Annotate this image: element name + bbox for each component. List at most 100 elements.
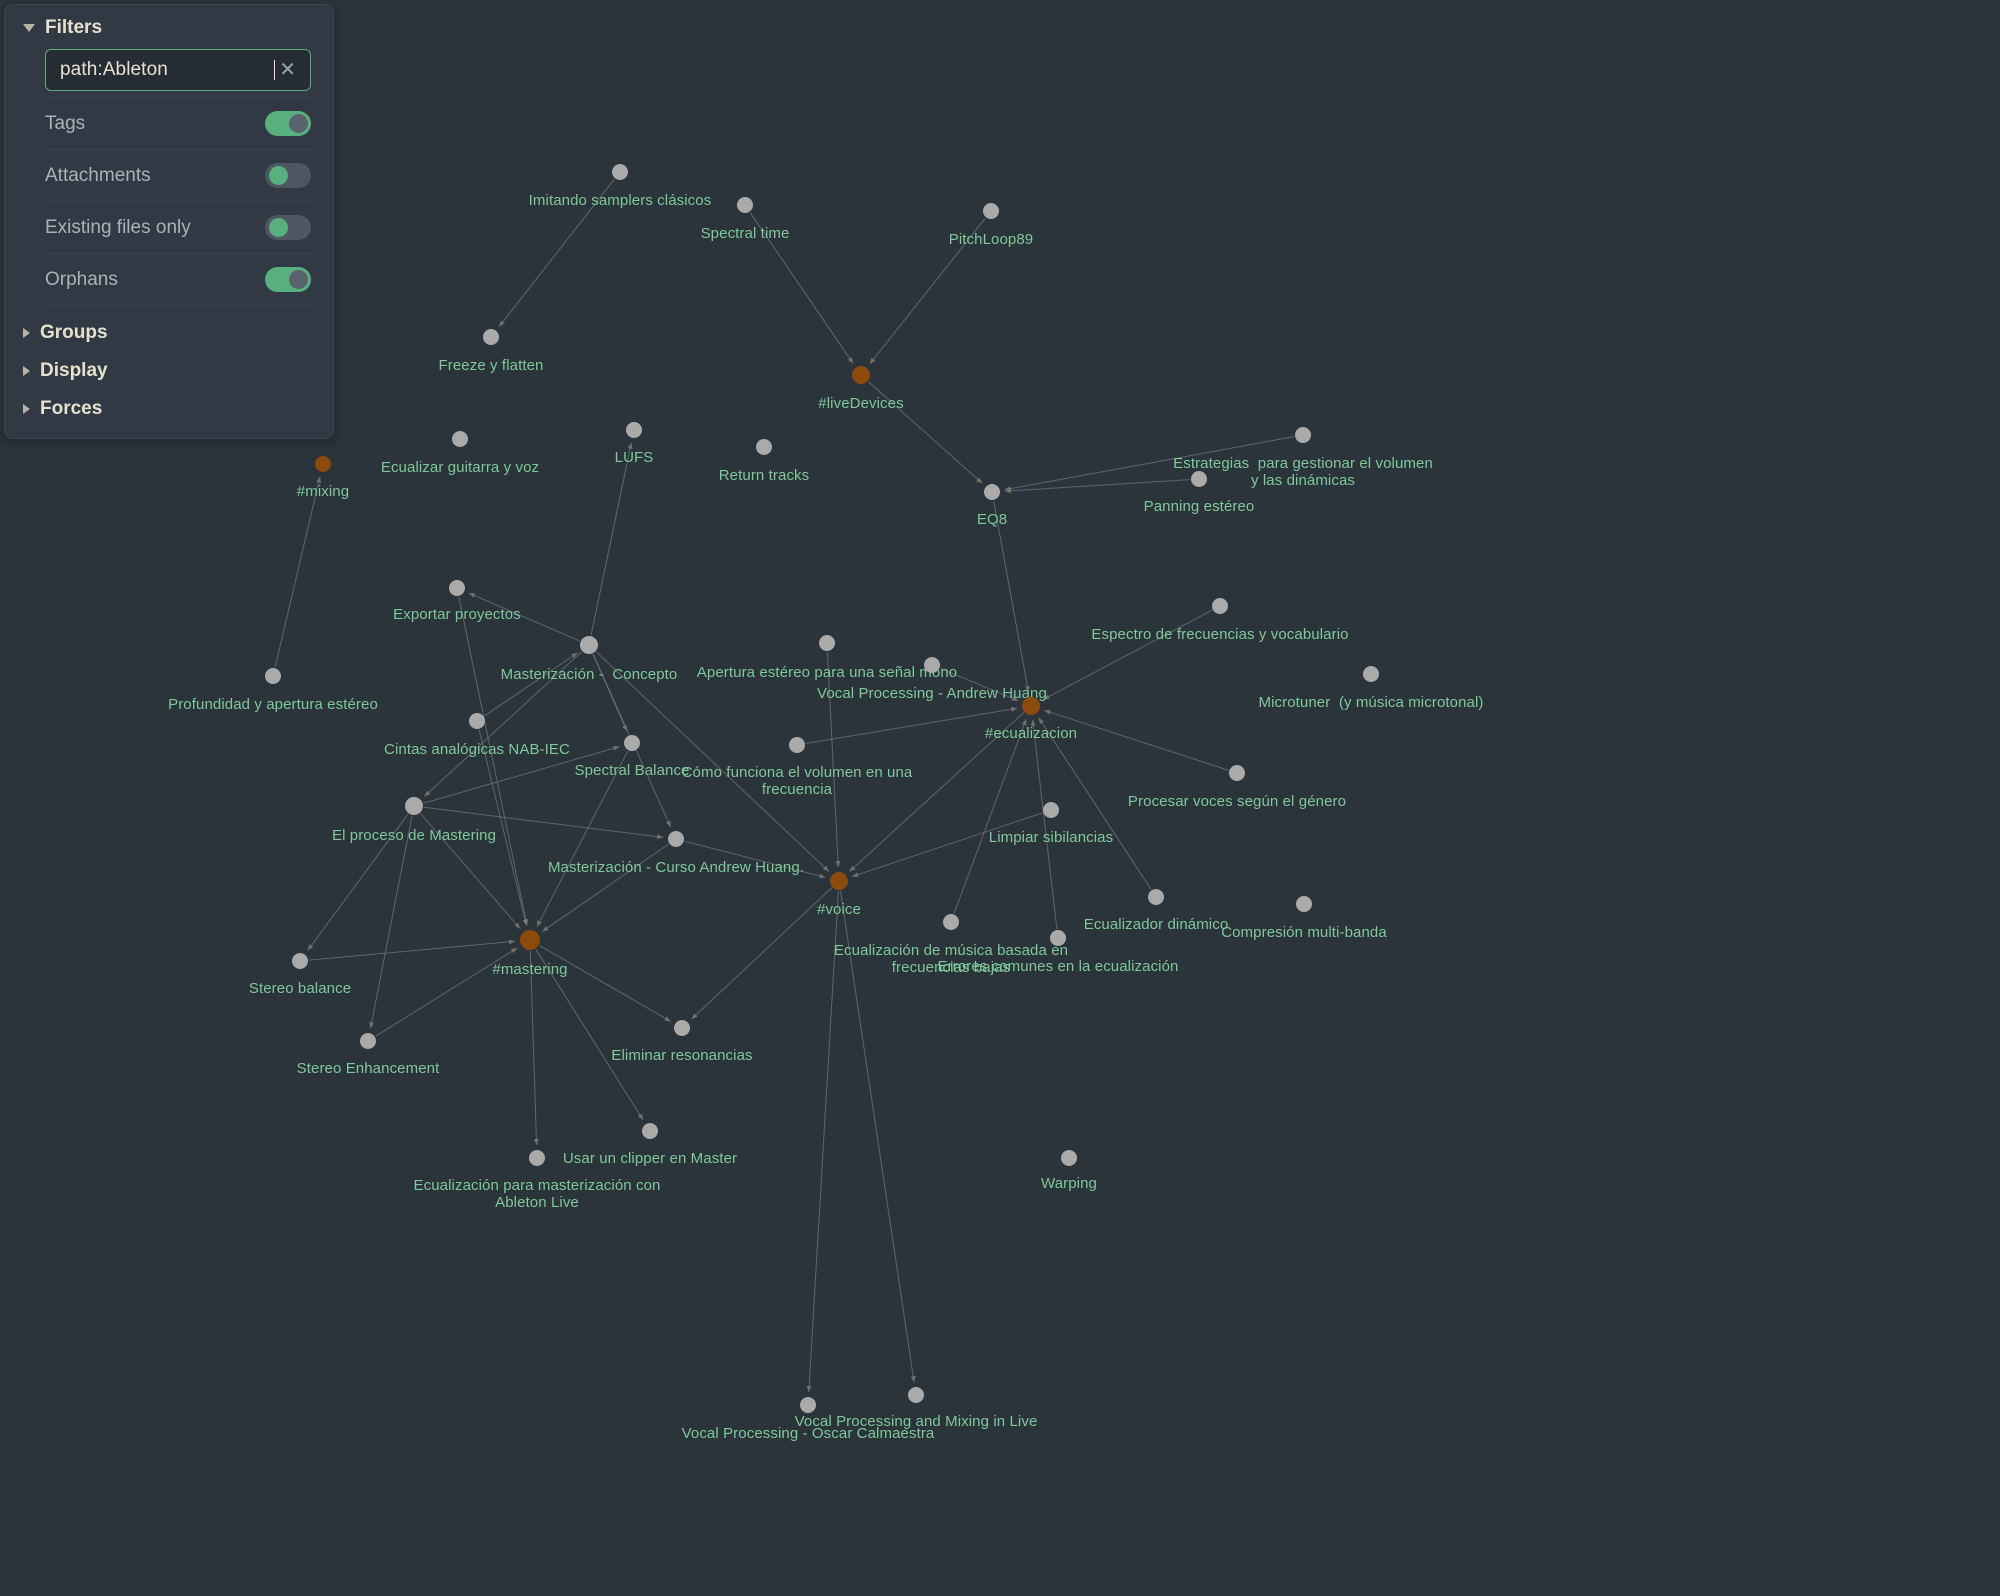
graph-node[interactable] [800, 1397, 816, 1413]
graph-link [423, 651, 582, 797]
search-input[interactable]: path:Ableton [60, 59, 273, 81]
graph-link [375, 947, 518, 1037]
graph-link [539, 945, 671, 1022]
graph-node[interactable] [469, 713, 485, 729]
graph-node[interactable] [908, 1387, 924, 1403]
toggle-row-attachments[interactable]: Attachments [45, 150, 311, 202]
toggle-row-orphans[interactable]: Orphans [45, 254, 311, 306]
graph-node[interactable] [1050, 930, 1066, 946]
graph-link [542, 843, 669, 932]
forces-label: Forces [40, 398, 103, 419]
graph-link [420, 813, 521, 929]
toggle-label: Orphans [45, 268, 118, 290]
graph-link [478, 729, 528, 926]
graph-node[interactable] [943, 914, 959, 930]
graph-node[interactable] [830, 872, 848, 890]
graph-node[interactable] [1296, 896, 1312, 912]
graph-node[interactable] [405, 797, 423, 815]
graph-node[interactable] [1363, 666, 1379, 682]
toggle-switch[interactable] [265, 163, 311, 188]
graph-node[interactable] [483, 329, 499, 345]
filters-title: Filters [45, 17, 103, 38]
graph-node[interactable] [1229, 765, 1245, 781]
graph-link [274, 476, 322, 668]
graph-link [484, 652, 578, 717]
graph-link [749, 212, 854, 364]
graph-node[interactable] [529, 1150, 545, 1166]
toggle-row-tags[interactable]: Tags [45, 97, 311, 150]
graph-link [940, 667, 1019, 702]
graph-node[interactable] [265, 668, 281, 684]
graph-link [993, 500, 1030, 693]
graph-link [590, 442, 633, 636]
graph-link [869, 217, 986, 365]
filters-section-header[interactable]: Filters [5, 5, 333, 49]
graph-node[interactable] [674, 1020, 690, 1036]
graph-link [536, 750, 629, 927]
graph-node[interactable] [983, 203, 999, 219]
graph-link [423, 806, 664, 840]
graph-link [953, 718, 1027, 914]
graph-node[interactable] [626, 422, 642, 438]
graph-node[interactable] [520, 930, 540, 950]
chevron-right-icon [23, 366, 30, 376]
graph-link [529, 950, 539, 1146]
graph-node[interactable] [612, 164, 628, 180]
graph-link [805, 706, 1018, 745]
graph-node[interactable] [1022, 697, 1040, 715]
graph-node[interactable] [1191, 471, 1207, 487]
groups-label: Groups [40, 322, 108, 343]
toggle-knob [289, 114, 308, 133]
graph-link [308, 939, 516, 961]
graph-node[interactable] [452, 431, 468, 447]
sidebar-item-groups[interactable]: Groups [5, 314, 333, 352]
graph-node[interactable] [668, 831, 684, 847]
graph-node[interactable] [642, 1123, 658, 1139]
toggle-switch[interactable] [265, 111, 311, 136]
graph-link [1044, 709, 1229, 771]
toggle-switch[interactable] [265, 215, 311, 240]
graph-node[interactable] [924, 657, 940, 673]
graph-node[interactable] [737, 197, 753, 213]
graph-node[interactable] [852, 366, 870, 384]
graph-node[interactable] [624, 735, 640, 751]
graph-node[interactable] [1061, 1150, 1077, 1166]
graph-link [307, 813, 409, 951]
graph-link [369, 815, 413, 1029]
graph-node[interactable] [292, 953, 308, 969]
toggle-switch[interactable] [265, 267, 311, 292]
toggle-knob [269, 166, 288, 185]
chevron-right-icon [23, 328, 30, 338]
toggle-knob [289, 270, 308, 289]
graph-link [691, 887, 833, 1020]
graph-link [849, 712, 1024, 872]
toggle-label: Existing files only [45, 216, 191, 238]
graph-node[interactable] [1295, 427, 1311, 443]
chevron-down-icon [23, 24, 35, 32]
graph-node[interactable] [1043, 802, 1059, 818]
display-label: Display [40, 360, 108, 381]
graph-link [868, 381, 983, 484]
graph-node[interactable] [360, 1033, 376, 1049]
graph-node[interactable] [449, 580, 465, 596]
filters-body: path:Ableton ✕ Tags Attachments Existing f… [5, 49, 333, 306]
graph-node[interactable] [756, 439, 772, 455]
graph-link [826, 651, 841, 868]
graph-link [423, 745, 620, 804]
sidebar-item-forces[interactable]: Forces [5, 390, 333, 428]
search-field-wrapper[interactable]: path:Ableton ✕ [45, 49, 311, 91]
graph-node[interactable] [580, 636, 598, 654]
toggle-label: Tags [45, 112, 86, 134]
toggle-knob [269, 218, 288, 237]
sidebar-item-display[interactable]: Display [5, 352, 333, 390]
graph-link [498, 178, 615, 328]
graph-node[interactable] [984, 484, 1000, 500]
graph-link [458, 596, 529, 926]
close-icon[interactable]: ✕ [275, 58, 300, 82]
graph-node[interactable] [315, 456, 331, 472]
toggle-row-existing-files-only[interactable]: Existing files only [45, 202, 311, 254]
graph-node[interactable] [1148, 889, 1164, 905]
graph-node[interactable] [819, 635, 835, 651]
graph-node[interactable] [1212, 598, 1228, 614]
graph-node[interactable] [789, 737, 805, 753]
